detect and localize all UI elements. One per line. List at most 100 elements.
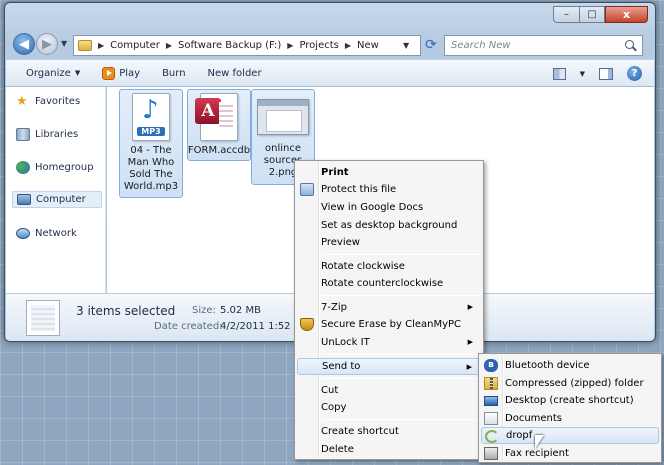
file-name: FORM.accdb bbox=[187, 145, 251, 156]
breadcrumb-projects[interactable]: Projects bbox=[299, 40, 338, 51]
menu-item-secure-erase[interactable]: Secure Erase by CleanMyPC bbox=[297, 316, 481, 333]
breadcrumb-computer[interactable]: Computer bbox=[110, 40, 160, 51]
folder-icon bbox=[78, 40, 92, 51]
new-folder-label: New folder bbox=[207, 67, 262, 79]
send-to-compressed-folder[interactable]: Compressed (zipped) folder bbox=[481, 375, 659, 392]
network-icon bbox=[16, 228, 30, 239]
computer-icon bbox=[17, 194, 31, 205]
sidebar-item-homegroup[interactable]: Homegroup bbox=[16, 161, 94, 174]
address-dropdown[interactable]: ▼ bbox=[403, 41, 409, 50]
protect-file-icon bbox=[300, 183, 314, 196]
selection-count: 3 items selected bbox=[76, 304, 176, 318]
play-label: Play bbox=[119, 67, 141, 79]
menu-item-preview[interactable]: Preview bbox=[297, 234, 481, 251]
play-button[interactable]: Play bbox=[102, 66, 141, 80]
send-to-fax-recipient[interactable]: Fax recipient bbox=[481, 445, 659, 462]
menu-item-print[interactable]: Print bbox=[297, 164, 481, 181]
chevron-right-icon[interactable]: ▶ bbox=[166, 41, 172, 50]
sidebar-item-label: Homegroup bbox=[35, 162, 94, 173]
burn-label: Burn bbox=[162, 67, 186, 79]
menu-item-view-google-docs[interactable]: View in Google Docs bbox=[297, 199, 481, 216]
preview-pane-icon[interactable] bbox=[599, 67, 613, 80]
sidebar-item-libraries[interactable]: Libraries bbox=[16, 128, 78, 141]
sidebar-item-network[interactable]: Network bbox=[16, 228, 77, 239]
search-input[interactable]: Search New bbox=[444, 35, 643, 56]
minimize-button[interactable]: – bbox=[553, 6, 579, 23]
submenu-arrow-icon: ▶ bbox=[466, 363, 472, 371]
menu-item-7zip[interactable]: 7-Zip ▶ bbox=[297, 299, 481, 316]
maximize-button[interactable]: □ bbox=[579, 6, 605, 23]
recent-pages-dropdown[interactable]: ▼ bbox=[61, 39, 67, 48]
change-view-icon[interactable] bbox=[552, 67, 566, 80]
submenu-arrow-icon: ▶ bbox=[467, 338, 473, 346]
chevron-right-icon[interactable]: ▶ bbox=[287, 41, 293, 50]
forward-button[interactable]: ▶ bbox=[36, 33, 58, 55]
help-icon[interactable]: ? bbox=[627, 66, 642, 81]
file-item-accdb[interactable]: A FORM.accdb bbox=[187, 89, 251, 161]
menu-item-set-desktop-background[interactable]: Set as desktop background bbox=[297, 217, 481, 234]
menu-item-send-to[interactable]: Send to ▶ bbox=[297, 358, 481, 375]
send-to-dropf[interactable]: dropf bbox=[481, 427, 659, 444]
search-placeholder: Search New bbox=[451, 40, 511, 51]
menu-item-protect-file[interactable]: Protect this file bbox=[297, 181, 481, 198]
breadcrumb-software-backup[interactable]: Software Backup (F:) bbox=[178, 40, 281, 51]
send-to-submenu: ʙ Bluetooth device Compressed (zipped) f… bbox=[478, 353, 662, 463]
access-database-icon: A bbox=[195, 93, 238, 141]
menu-item-unlock-it[interactable]: UnLock IT ▶ bbox=[297, 334, 481, 351]
back-button[interactable]: ◀ bbox=[13, 33, 35, 55]
search-icon[interactable] bbox=[625, 40, 636, 51]
desktop-icon bbox=[484, 396, 498, 406]
sidebar-item-label: Computer bbox=[36, 194, 86, 205]
sidebar-item-favorites[interactable]: ★ Favorites bbox=[16, 95, 80, 108]
play-icon bbox=[102, 66, 116, 80]
context-menu: Print Protect this file View in Google D… bbox=[294, 160, 484, 460]
documents-icon bbox=[484, 412, 498, 425]
navigation-pane: ★ Favorites Libraries Homegroup Computer… bbox=[6, 87, 106, 293]
selection-thumbnail-icon bbox=[26, 300, 60, 336]
fax-icon bbox=[484, 447, 498, 460]
send-to-bluetooth[interactable]: ʙ Bluetooth device bbox=[481, 357, 659, 374]
star-icon: ★ bbox=[16, 94, 28, 109]
new-folder-button[interactable]: New folder bbox=[208, 68, 262, 79]
homegroup-icon bbox=[16, 161, 30, 174]
shield-icon bbox=[300, 318, 314, 331]
sidebar-item-label: Favorites bbox=[35, 96, 81, 107]
send-to-documents[interactable]: Documents bbox=[481, 410, 659, 427]
command-bar: Organize ▼ Play Burn New folder ▼ ? bbox=[6, 59, 654, 87]
menu-item-cut[interactable]: Cut bbox=[297, 382, 481, 399]
menu-separator bbox=[321, 378, 480, 379]
file-name: 04 - The Man Who Sold The World.mp3 bbox=[123, 145, 179, 192]
close-button[interactable]: x bbox=[605, 6, 648, 23]
menu-item-rotate-counterclockwise[interactable]: Rotate counterclockwise bbox=[297, 275, 481, 292]
menu-item-delete[interactable]: Delete bbox=[297, 441, 481, 458]
refresh-icon[interactable]: ⟳ bbox=[425, 37, 437, 53]
sidebar-item-label: Libraries bbox=[35, 129, 79, 140]
burn-button[interactable]: Burn bbox=[162, 68, 185, 79]
menu-separator bbox=[321, 419, 480, 420]
menu-item-create-shortcut[interactable]: Create shortcut bbox=[297, 423, 481, 440]
image-thumbnail-icon bbox=[257, 99, 309, 135]
chevron-right-icon[interactable]: ▶ bbox=[98, 41, 104, 50]
zip-folder-icon bbox=[484, 377, 498, 390]
date-created-label: Date created: bbox=[154, 321, 223, 332]
menu-item-copy[interactable]: Copy bbox=[297, 399, 481, 416]
menu-item-rotate-clockwise[interactable]: Rotate clockwise bbox=[297, 258, 481, 275]
forward-arrow-icon: ▶ bbox=[42, 36, 52, 52]
mp3-file-icon: ♪ MP3 bbox=[132, 93, 170, 141]
size-value: 5.02 MB bbox=[220, 305, 261, 316]
file-item-mp3[interactable]: ♪ MP3 04 - The Man Who Sold The World.mp… bbox=[119, 89, 183, 198]
sidebar-item-computer[interactable]: Computer bbox=[12, 191, 102, 208]
breadcrumb-new[interactable]: New bbox=[357, 40, 379, 51]
caption-buttons: – □ x bbox=[553, 6, 648, 23]
bluetooth-icon: ʙ bbox=[484, 359, 498, 372]
menu-separator bbox=[321, 254, 480, 255]
menu-separator bbox=[321, 295, 480, 296]
sidebar-item-label: Network bbox=[35, 228, 77, 239]
view-dropdown-icon[interactable]: ▼ bbox=[580, 70, 585, 78]
organize-label: Organize bbox=[26, 67, 71, 79]
chevron-right-icon[interactable]: ▶ bbox=[345, 41, 351, 50]
organize-button[interactable]: Organize ▼ bbox=[26, 68, 80, 79]
send-to-desktop[interactable]: Desktop (create shortcut) bbox=[481, 392, 659, 409]
libraries-icon bbox=[16, 128, 30, 141]
address-bar[interactable]: ▶ Computer ▶ Software Backup (F:) ▶ Proj… bbox=[73, 35, 421, 56]
